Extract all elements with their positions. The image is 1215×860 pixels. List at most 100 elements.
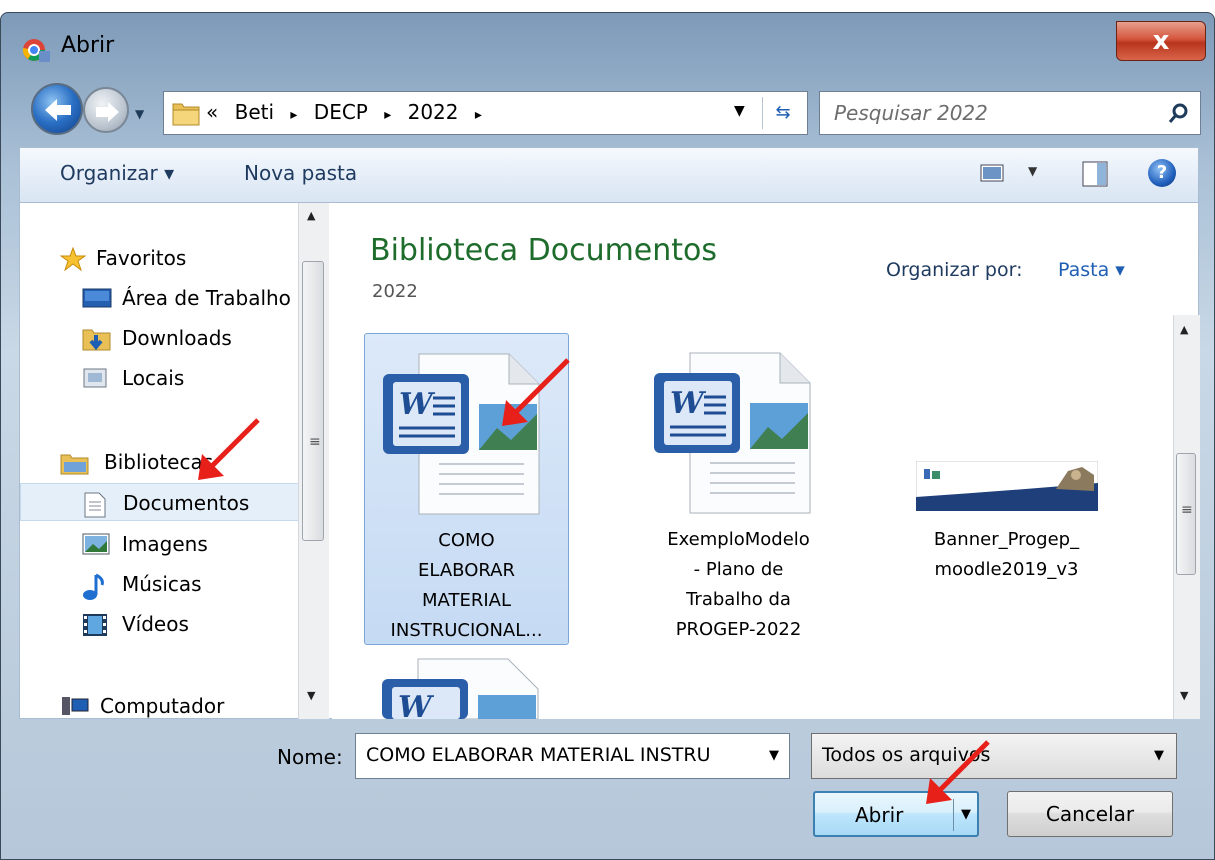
svg-text:W: W [398,690,435,719]
nav-videos[interactable]: Vídeos [20,605,315,643]
change-view-icon[interactable] [980,163,1004,187]
search-icon[interactable] [1168,102,1190,128]
recent-places-icon [82,367,110,396]
nav-downloads-label: Downloads [122,326,232,350]
scroll-up-icon[interactable]: ▲ [307,209,315,222]
forward-arrow-icon [96,102,119,122]
nav-favorites-label: Favoritos [96,246,187,270]
nav-desktop[interactable]: Área de Trabalho [20,279,315,317]
file-pane: Biblioteca Documentos 2022 Organizar por… [332,203,1200,719]
folder-icon [172,100,200,130]
file-name-line: PROGEP-2022 [675,619,802,640]
nav-documents[interactable]: Documentos [20,483,315,521]
image-thumbnail-icon [916,461,1098,511]
libraries-icon [60,451,90,480]
file-item[interactable]: W [364,655,569,719]
close-button[interactable]: x [1116,21,1206,61]
breadcrumb-separator[interactable]: ▸ [475,107,482,123]
open-button-label: Abrir [855,803,904,827]
file-name-line: ExemploModelo [667,529,810,550]
file-name-line: Trabalho da [686,589,791,610]
window-title: Abrir [61,33,115,58]
nav-documents-label: Documentos [123,491,250,515]
refresh-icon[interactable]: ⇆ [762,97,803,129]
nav-scrollbar[interactable]: ▲ ≡ ▼ [298,203,329,719]
new-folder-button[interactable]: Nova pasta [244,161,357,185]
organize-menu[interactable]: Organizar ▾ [60,161,174,185]
file-name-line: COMO [438,530,495,551]
nav-favorites[interactable]: Favoritos [20,239,315,277]
file-name-dropdown-icon[interactable]: ▼ [769,748,779,763]
search-input[interactable]: Pesquisar 2022 [834,101,988,125]
scroll-down-icon[interactable]: ▼ [1180,689,1188,702]
grip-icon: ≡ [309,434,321,450]
nav-libraries[interactable]: Bibliotecas [20,443,315,481]
nav-scroll-thumb[interactable]: ≡ [302,261,324,541]
images-icon [82,533,110,560]
back-button[interactable] [31,83,83,135]
nav-music-label: Músicas [122,572,202,596]
file-name-line: Banner_Progep_ [933,529,1080,550]
file-name-line: INSTRUCIONAL... [390,620,543,641]
file-scroll-thumb[interactable]: ≡ [1176,453,1196,575]
library-title: Biblioteca Documentos [370,233,718,268]
arrange-by-label: Organizar por: [886,259,1023,281]
preview-pane-icon[interactable] [1082,161,1108,191]
cancel-button[interactable]: Cancelar [1007,791,1173,837]
grip-icon: ≡ [1181,502,1193,518]
view-dropdown-icon[interactable]: ▼ [1028,164,1037,178]
scroll-down-icon[interactable]: ▼ [307,689,315,702]
open-dialog: Abrir x ▼ « Beti ▸ DECP ▸ 2022 ▸ ▼ ⇆ Pes… [0,12,1215,860]
computer-icon [60,695,90,719]
svg-text:W: W [399,387,436,422]
nav-images-label: Imagens [122,532,208,556]
annotation-arrow-icon [926,740,990,804]
music-note-icon [82,573,108,606]
file-name-label: Nome: [277,745,343,769]
breadcrumb: « Beti ▸ DECP ▸ 2022 ▸ [206,100,492,124]
breadcrumb-2022[interactable]: 2022 [408,100,459,124]
file-name-line: moodle2019_v3 [934,559,1079,580]
title-bar: Abrir x [1,13,1214,73]
nav-desktop-label: Área de Trabalho [122,286,291,310]
nav-downloads[interactable]: Downloads [20,319,315,357]
annotation-arrow-icon [198,418,260,480]
file-list: W COMO ELABORAR MATERIAL INSTRUCIONAL... [332,315,1200,719]
star-icon [59,246,87,276]
breadcrumb-overflow[interactable]: « [206,100,218,124]
file-type-dropdown-icon[interactable]: ▼ [1154,748,1164,763]
chrome-app-icon [21,37,51,63]
breadcrumb-separator[interactable]: ▸ [384,107,391,123]
file-item[interactable]: W ExemploModelo - Plano de Trabalho da P… [636,333,841,645]
file-name-value[interactable]: COMO ELABORAR MATERIAL INSTRU [366,744,746,766]
file-name-line: MATERIAL [422,590,511,611]
command-bar: Organizar ▾ Nova pasta ▼ ? [19,147,1199,203]
file-item[interactable]: Banner_Progep_ moodle2019_v3 [904,333,1109,645]
recent-locations-dropdown-icon[interactable]: ▼ [135,107,144,121]
forward-button[interactable] [83,87,129,133]
file-scrollbar[interactable]: ▲ ≡ ▼ [1173,315,1200,719]
nav-videos-label: Vídeos [122,612,189,636]
arrange-by-dropdown[interactable]: Pasta ▾ [1058,259,1125,281]
nav-places[interactable]: Locais [20,359,315,397]
search-box[interactable]: Pesquisar 2022 [819,91,1201,135]
help-icon[interactable]: ? [1148,159,1176,187]
nav-places-label: Locais [122,366,185,390]
library-subtitle: 2022 [372,281,418,302]
address-bar[interactable]: « Beti ▸ DECP ▸ 2022 ▸ ▼ ⇆ [163,91,808,135]
breadcrumb-beti[interactable]: Beti [235,100,274,124]
svg-text:W: W [670,386,707,421]
address-dropdown-icon[interactable]: ▼ [734,103,745,119]
breadcrumb-decp[interactable]: DECP [314,100,368,124]
downloads-folder-icon [82,327,112,356]
nav-music[interactable]: Músicas [20,565,315,603]
file-name-line: - Plano de [693,559,784,580]
file-name-line: ELABORAR [418,560,515,581]
file-name-input[interactable]: COMO ELABORAR MATERIAL INSTRU ▼ [355,733,790,779]
desktop-icon [82,287,112,314]
scroll-up-icon[interactable]: ▲ [1180,323,1188,336]
breadcrumb-separator[interactable]: ▸ [290,107,297,123]
nav-images[interactable]: Imagens [20,525,315,563]
nav-computer[interactable]: Computador [20,687,315,719]
nav-computer-label: Computador [100,694,225,718]
